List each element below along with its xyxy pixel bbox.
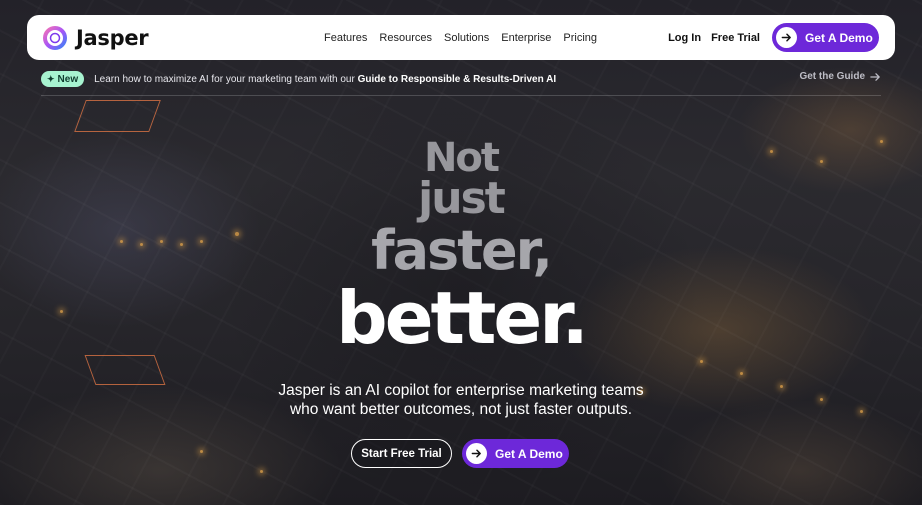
arrow-right-icon <box>466 443 487 464</box>
hero-subtitle-line2: who want better outcomes, not just faste… <box>289 401 633 418</box>
login-link[interactable]: Log In <box>668 32 701 44</box>
get-demo-label: Get A Demo <box>805 30 873 45</box>
building-outline <box>74 100 161 132</box>
hero-headline-line4: better. <box>336 276 589 360</box>
start-free-trial-label: Start Free Trial <box>361 447 442 460</box>
announcement-prefix: Learn how to maximize AI for your market… <box>94 73 358 85</box>
get-guide-label: Get the Guide <box>799 71 865 82</box>
brand-name: Jasper <box>76 26 149 50</box>
light <box>260 470 263 473</box>
menu-item-features[interactable]: Features <box>324 32 367 44</box>
arrow-right-icon <box>870 72 880 81</box>
hero-cta-row: Start Free Trial Get A Demo <box>351 439 569 468</box>
announcement-divider <box>41 95 881 96</box>
hero-headline-line2: just <box>418 173 506 224</box>
menu-item-solutions[interactable]: Solutions <box>444 32 489 44</box>
light <box>200 450 203 453</box>
menu-item-pricing[interactable]: Pricing <box>563 32 597 44</box>
menu-item-resources[interactable]: Resources <box>379 32 432 44</box>
get-guide-link[interactable]: Get the Guide <box>799 71 881 82</box>
light <box>740 372 743 375</box>
start-free-trial-button[interactable]: Start Free Trial <box>351 439 452 468</box>
hero-get-demo-button[interactable]: Get A Demo <box>462 439 569 468</box>
hero-subtitle-line1: Jasper is an AI copilot for enterprise m… <box>278 382 644 399</box>
hero-headline-line3: faster, <box>371 219 553 282</box>
free-trial-link[interactable]: Free Trial <box>711 32 760 44</box>
new-badge: ✦ New <box>41 71 85 87</box>
get-demo-button[interactable]: Get A Demo <box>772 23 879 52</box>
announcement-text: Learn how to maximize AI for your market… <box>94 74 556 85</box>
nav-actions: Log In Free Trial Get A Demo <box>668 23 879 52</box>
announcement-guide-title: Guide to Responsible & Results-Driven AI <box>357 73 557 85</box>
hero-get-demo-label: Get A Demo <box>495 446 563 461</box>
arrow-right-icon <box>776 27 797 48</box>
light <box>700 360 703 363</box>
announcement-bar: ✦ New Learn how to maximize AI for your … <box>41 70 881 88</box>
jasper-logo-icon <box>42 25 68 51</box>
sparkle-icon: ✦ <box>47 73 55 84</box>
new-badge-label: New <box>57 73 79 85</box>
top-nav: Jasper Features Resources Solutions Ente… <box>27 15 895 60</box>
main-menu: Features Resources Solutions Enterprise … <box>324 15 609 60</box>
menu-item-enterprise[interactable]: Enterprise <box>501 32 551 44</box>
logo[interactable]: Jasper <box>42 25 149 51</box>
hero-headline-line1: Not <box>423 135 500 181</box>
